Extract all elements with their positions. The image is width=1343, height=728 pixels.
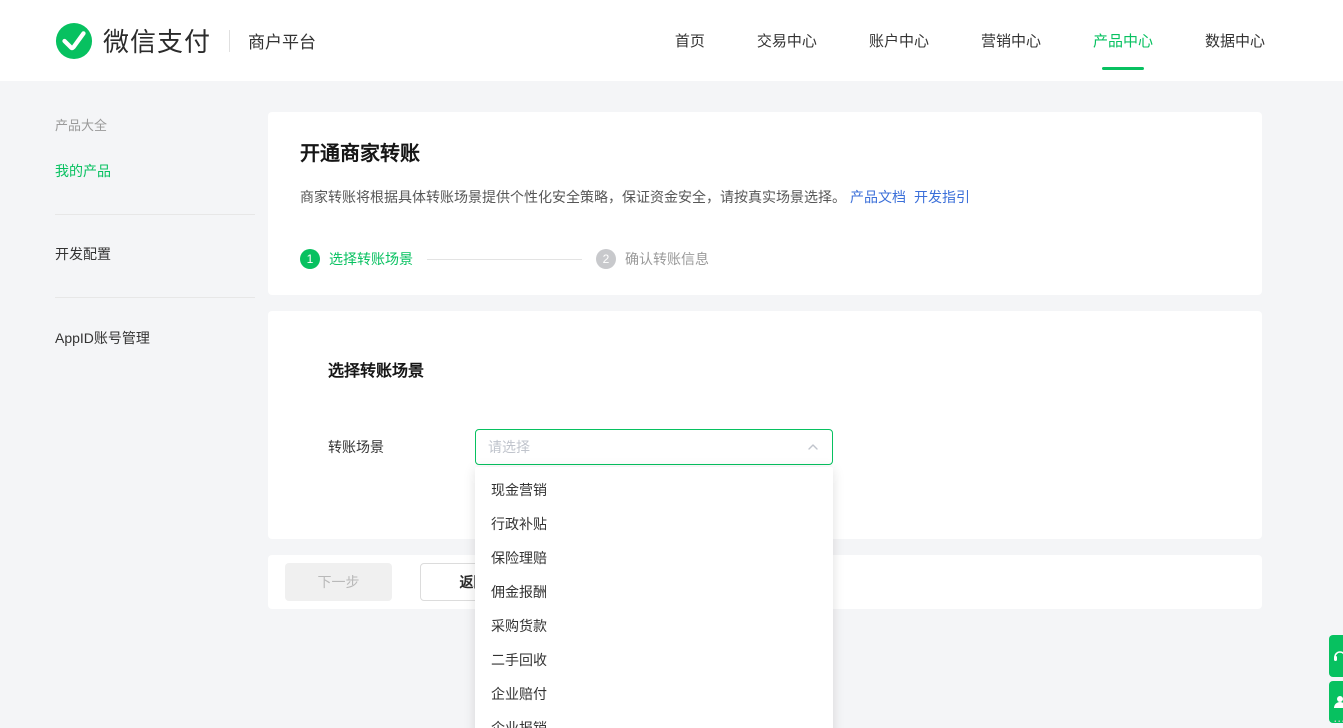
page-title: 开通商家转账	[300, 140, 1230, 168]
chevron-up-icon	[806, 440, 820, 454]
dropdown-option-enterprise-compensation[interactable]: 企业赔付	[475, 677, 833, 711]
nav-item-data-center[interactable]: 数据中心	[1205, 0, 1265, 81]
step-select-scene: 1 选择转账场景	[300, 249, 413, 269]
sidebar-item-my-products[interactable]: 我的产品	[55, 161, 255, 181]
brand-subtitle: 商户平台	[248, 28, 316, 53]
nav-item-marketing-center[interactable]: 营销中心	[981, 0, 1041, 81]
dropdown-option-enterprise-reimburse[interactable]: 企业报销	[475, 711, 833, 728]
dropdown-option-insurance-claim[interactable]: 保险理赔	[475, 541, 833, 575]
dropdown-option-commission[interactable]: 佣金报酬	[475, 575, 833, 609]
stepper-connector	[427, 259, 582, 260]
dropdown-option-admin-subsidy[interactable]: 行政补贴	[475, 507, 833, 541]
floating-buttons: ...	[1329, 635, 1343, 723]
sidebar-section-title: 产品大全	[55, 115, 255, 134]
dev-guide-link[interactable]: 开发指引	[914, 189, 970, 205]
main-column: 开通商家转账 商家转账将根据具体转账场景提供个性化安全策略，保证资金安全，请按真…	[268, 112, 1262, 609]
sidebar: 产品大全 我的产品 开发配置 AppID账号管理	[55, 112, 255, 609]
brand-name: 微信支付	[103, 22, 211, 59]
intro-description-text: 商家转账将根据具体转账场景提供个性化安全策略，保证资金安全，请按真实场景选择。	[300, 189, 846, 205]
select-placeholder: 请选择	[488, 437, 806, 457]
transfer-scene-select-wrap: 请选择 现金营销 行政补贴 保险理赔 佣金报酬 采购货款 二手回收	[475, 429, 833, 465]
transfer-scene-label: 转账场景	[328, 437, 475, 457]
sidebar-divider	[55, 214, 255, 215]
intro-card: 开通商家转账 商家转账将根据具体转账场景提供个性化安全策略，保证资金安全，请按真…	[268, 112, 1262, 295]
step-2-circle: 2	[596, 249, 616, 269]
brand-divider	[229, 30, 230, 52]
page: 微信支付 商户平台 首页 交易中心 账户中心 营销中心 产品中心 数据中心 产品…	[0, 0, 1343, 728]
step-1-circle: 1	[300, 249, 320, 269]
top-nav: 首页 交易中心 账户中心 营销中心 产品中心 数据中心	[675, 0, 1265, 81]
customer-service-button[interactable]	[1329, 635, 1343, 677]
dropdown-option-procurement[interactable]: 采购货款	[475, 609, 833, 643]
sidebar-item-dev-config[interactable]: 开发配置	[55, 244, 255, 264]
wechat-pay-logo-icon	[55, 22, 93, 60]
transfer-scene-select[interactable]: 请选择	[475, 429, 833, 465]
transfer-scene-dropdown: 现金营销 行政补贴 保险理赔 佣金报酬 采购货款 二手回收 企业赔付 企业报销	[475, 467, 833, 728]
transfer-scene-field-row: 转账场景 请选择 现金营销 行政补贴 保险理赔 佣金报酬	[328, 429, 1202, 465]
content: 产品大全 我的产品 开发配置 AppID账号管理 开通商家转账 商家转账将根据具…	[0, 81, 1343, 609]
next-step-button[interactable]: 下一步	[285, 563, 392, 601]
sidebar-divider	[55, 297, 255, 298]
dropdown-option-secondhand-recycle[interactable]: 二手回收	[475, 643, 833, 677]
person-icon	[1332, 694, 1343, 710]
top-bar: 微信支付 商户平台 首页 交易中心 账户中心 营销中心 产品中心 数据中心	[0, 0, 1343, 81]
step-confirm-info: 2 确认转账信息	[596, 249, 709, 269]
nav-item-product-center[interactable]: 产品中心	[1093, 0, 1153, 81]
form-section-title: 选择转账场景	[328, 357, 1202, 381]
form-card: 选择转账场景 转账场景 请选择 现金营销 行政补贴 保险	[268, 311, 1262, 539]
step-2-label: 确认转账信息	[625, 249, 709, 269]
intro-description: 商家转账将根据具体转账场景提供个性化安全策略，保证资金安全，请按真实场景选择。产…	[300, 187, 1230, 207]
nav-item-transaction-center[interactable]: 交易中心	[757, 0, 817, 81]
brand: 微信支付 商户平台	[55, 22, 316, 60]
product-doc-link[interactable]: 产品文档	[850, 189, 906, 205]
nav-item-account-center[interactable]: 账户中心	[869, 0, 929, 81]
sidebar-item-appid-management[interactable]: AppID账号管理	[55, 328, 255, 348]
ellipsis-indicator: ...	[1333, 709, 1343, 725]
stepper: 1 选择转账场景 2 确认转账信息	[300, 249, 1230, 269]
dropdown-option-cash-marketing[interactable]: 现金营销	[475, 473, 833, 507]
nav-item-home[interactable]: 首页	[675, 0, 705, 81]
step-1-label: 选择转账场景	[329, 249, 413, 269]
headset-icon	[1332, 648, 1343, 664]
